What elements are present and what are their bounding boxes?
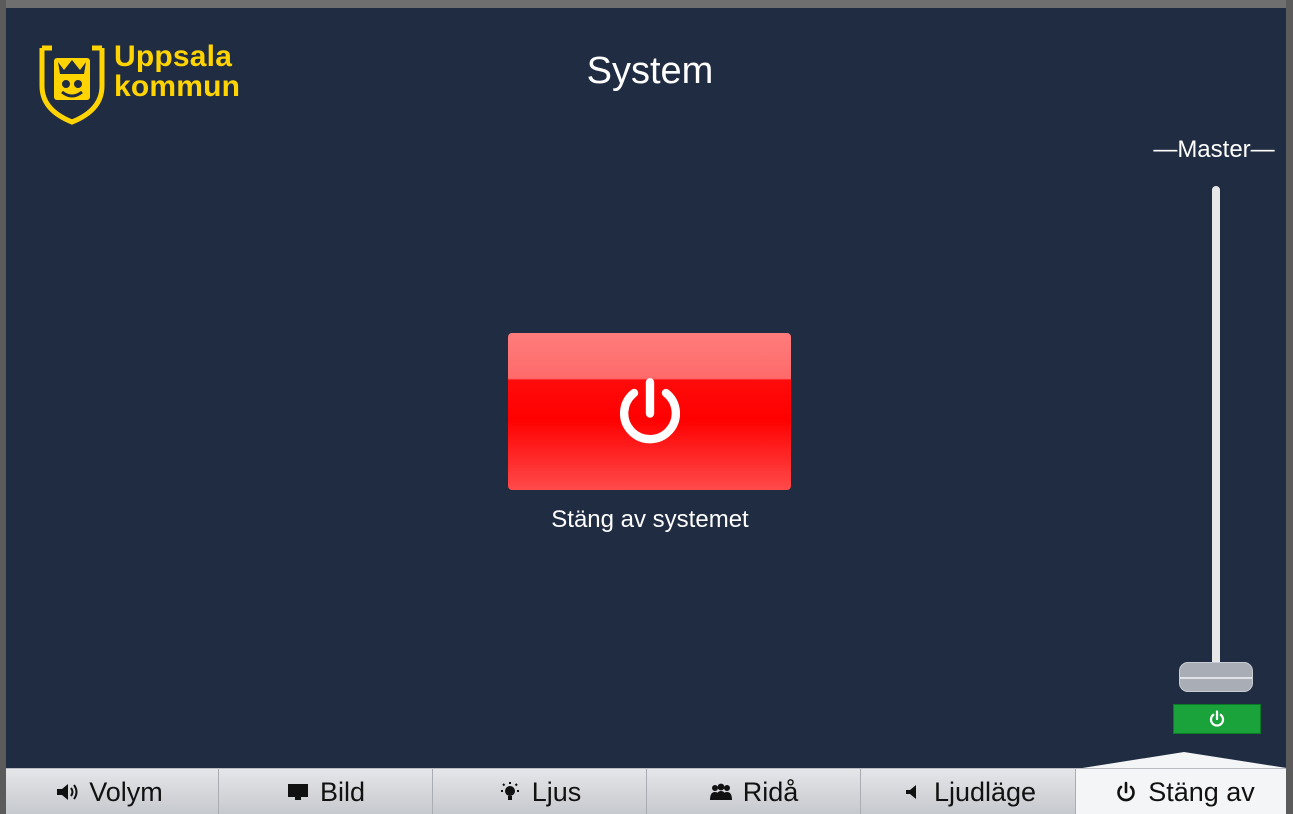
master-volume-slider-handle[interactable] (1179, 662, 1253, 692)
uppsala-kommun-logo: Uppsala kommun (36, 40, 266, 125)
master-mute-button[interactable] (1173, 704, 1261, 734)
tab-volym[interactable]: Volym (0, 769, 219, 814)
power-icon (1117, 781, 1135, 802)
top-border (0, 0, 1293, 8)
tab-ljus[interactable]: Ljus (433, 769, 647, 814)
tab-stang-av[interactable]: Stäng av (1076, 769, 1293, 814)
master-volume-label: —Master— (1153, 136, 1275, 163)
brand-name-line1: Uppsala (114, 40, 233, 73)
people-icon (709, 783, 732, 800)
window-edge-right (1286, 0, 1293, 814)
bottom-tab-bar: Volym Bild Ljus Ridå Ljudläge Stäng av (0, 768, 1293, 814)
audio-mode-icon (905, 785, 916, 799)
power-icon (619, 377, 680, 443)
master-volume-slider-track[interactable] (1212, 186, 1220, 666)
tab-rida[interactable]: Ridå (647, 769, 861, 814)
tab-label: Ljudläge (933, 776, 1037, 807)
active-tab-indicator (1076, 752, 1293, 769)
power-icon (1209, 710, 1225, 727)
brand-name-line2: kommun (114, 70, 241, 103)
tab-bild[interactable]: Bild (219, 769, 433, 814)
page-title: System (586, 50, 714, 92)
crest-icon (39, 45, 105, 125)
power-off-label: Stäng av systemet (551, 506, 749, 533)
tab-ljudlage[interactable]: Ljudläge (861, 769, 1076, 814)
brand-name: Uppsala kommun (114, 42, 240, 102)
tab-label: Ridå (742, 776, 799, 807)
system-power-off-button[interactable] (508, 333, 791, 490)
speaker-icon (57, 784, 78, 800)
app-window: Uppsala kommun System —Master— Stäng av … (0, 0, 1293, 814)
tab-label: Volym (89, 776, 163, 807)
tab-label: Bild (319, 776, 366, 807)
window-edge-left (0, 0, 6, 814)
display-icon (287, 784, 308, 800)
lightbulb-icon (500, 782, 519, 800)
tab-label: Stäng av (1148, 776, 1255, 807)
tab-label: Ljus (531, 776, 582, 807)
